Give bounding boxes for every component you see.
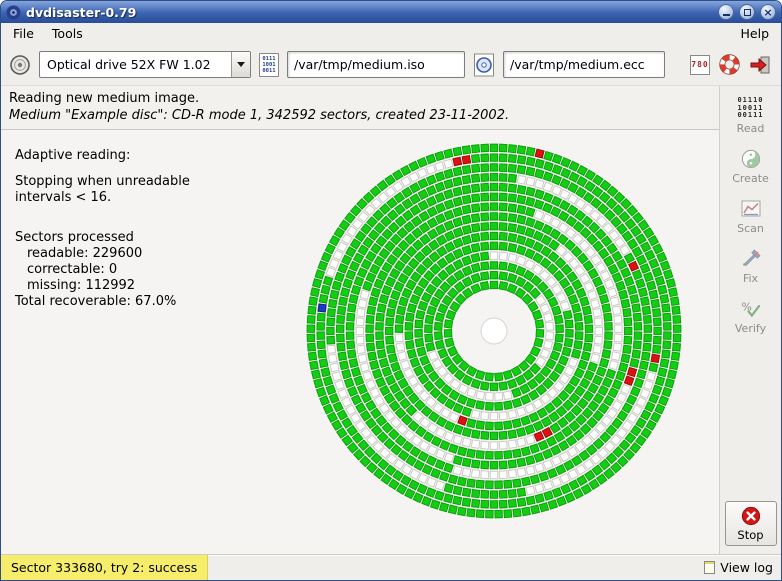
iso-path-input[interactable] bbox=[287, 51, 465, 78]
verify-button-label: Verify bbox=[735, 322, 766, 335]
window-title: dvdisaster-0.79 bbox=[26, 5, 713, 20]
fix-button[interactable]: Fix bbox=[723, 243, 778, 289]
create-button-label: Create bbox=[732, 172, 769, 185]
scan-chart-icon bbox=[740, 198, 762, 220]
status-message: Sector 333680, try 2: success bbox=[1, 555, 208, 580]
stopping-line-2: intervals < 16. bbox=[15, 190, 190, 206]
drive-select[interactable]: Optical drive 52X FW 1.02 bbox=[39, 51, 251, 78]
operation-status-line: Reading new medium image. bbox=[9, 91, 711, 106]
view-log-label: View log bbox=[720, 560, 773, 575]
svg-text:%: % bbox=[741, 300, 751, 313]
view-log-button[interactable]: View log bbox=[696, 555, 781, 580]
disc-reading-spiral bbox=[299, 136, 689, 526]
log-icon bbox=[704, 561, 715, 574]
reading-canvas: Adaptive reading: Stopping when unreadab… bbox=[1, 130, 719, 554]
fix-tools-icon bbox=[740, 248, 762, 270]
medium-info-line: Medium "Example disc": CD-R mode 1, 3425… bbox=[9, 108, 711, 123]
titlebar[interactable]: dvdisaster-0.79 × bbox=[1, 1, 781, 23]
maximize-button[interactable] bbox=[739, 4, 755, 20]
stop-button-label: Stop bbox=[737, 528, 763, 542]
total-recoverable: Total recoverable: 67.0% bbox=[15, 294, 190, 310]
toolbar-right-icons: 780 bbox=[690, 54, 773, 75]
stop-button-area: Stop bbox=[725, 501, 777, 546]
stopping-line-1: Stopping when unreadable bbox=[15, 174, 190, 190]
stop-icon bbox=[741, 506, 761, 526]
readable-stat: readable: 229600 bbox=[15, 246, 190, 262]
menu-tools[interactable]: Tools bbox=[43, 24, 92, 43]
create-yinyang-icon bbox=[740, 148, 762, 170]
help-lifebuoy-icon[interactable] bbox=[719, 54, 740, 75]
scan-button-label: Scan bbox=[737, 222, 764, 235]
main-row: Reading new medium image. Medium "Exampl… bbox=[1, 86, 781, 554]
ecc-path-input[interactable] bbox=[503, 51, 665, 78]
quit-icon[interactable] bbox=[749, 55, 771, 75]
missing-stat: missing: 112992 bbox=[15, 278, 190, 294]
maximize-icon bbox=[744, 9, 751, 16]
statusbar-spacer bbox=[208, 555, 696, 580]
correctable-stat: correctable: 0 bbox=[15, 262, 190, 278]
read-button[interactable]: 01110 10011 00111 Read bbox=[723, 92, 778, 139]
drive-select-dropdown[interactable] bbox=[231, 52, 250, 77]
minimize-icon bbox=[723, 14, 730, 16]
close-icon: × bbox=[763, 7, 772, 18]
menu-file[interactable]: File bbox=[4, 24, 43, 43]
minimize-button[interactable] bbox=[718, 4, 734, 20]
action-sidebar: 01110 10011 00111 Read Create bbox=[719, 86, 781, 554]
adaptive-reading-heading: Adaptive reading: bbox=[15, 148, 190, 164]
read-binary-icon: 01110 10011 00111 bbox=[737, 97, 763, 120]
drive-icon bbox=[9, 54, 31, 76]
content-column: Reading new medium image. Medium "Exampl… bbox=[1, 86, 719, 554]
create-button[interactable]: Create bbox=[723, 143, 778, 189]
sectors-processed-heading: Sectors processed bbox=[15, 230, 190, 246]
toolbar: Optical drive 52X FW 1.02 0111 1001 0011… bbox=[1, 44, 781, 86]
app-window: dvdisaster-0.79 × File Tools Help Optica… bbox=[0, 0, 782, 581]
chevron-down-icon bbox=[237, 62, 245, 67]
fix-button-label: Fix bbox=[743, 272, 758, 285]
ecc-file-icon bbox=[473, 53, 495, 77]
message-panel: Reading new medium image. Medium "Exampl… bbox=[1, 86, 719, 130]
preferences-icon[interactable]: 780 bbox=[690, 55, 710, 75]
app-icon bbox=[6, 5, 21, 20]
menu-help[interactable]: Help bbox=[732, 24, 779, 43]
drive-select-value: Optical drive 52X FW 1.02 bbox=[40, 52, 231, 77]
reading-stats-panel: Adaptive reading: Stopping when unreadab… bbox=[15, 148, 190, 310]
stop-button[interactable]: Stop bbox=[725, 501, 777, 546]
verify-button[interactable]: % Verify bbox=[723, 293, 778, 339]
close-button[interactable]: × bbox=[760, 4, 776, 20]
menubar: File Tools Help bbox=[1, 23, 781, 44]
verify-check-icon: % bbox=[740, 298, 762, 320]
read-button-label: Read bbox=[737, 122, 765, 135]
iso-image-file-icon: 0111 1001 0011 bbox=[259, 53, 279, 77]
statusbar: Sector 333680, try 2: success View log bbox=[1, 554, 781, 580]
scan-button[interactable]: Scan bbox=[723, 193, 778, 239]
